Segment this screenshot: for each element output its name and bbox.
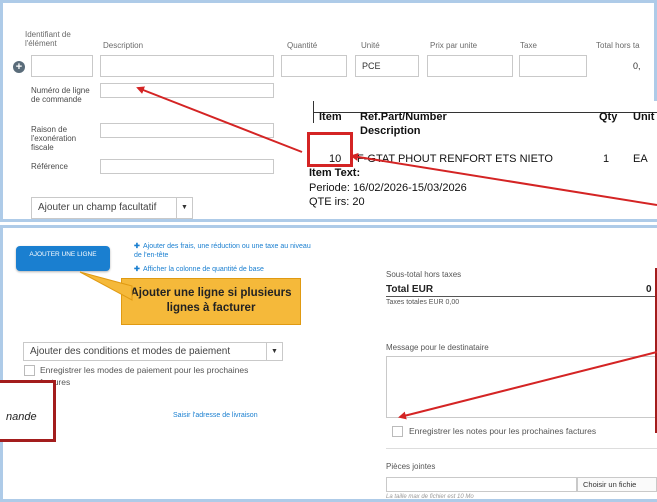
header-unit: Unité: [361, 41, 380, 50]
side-note-box: nande: [0, 380, 56, 442]
col-unit: Unit: [633, 111, 655, 123]
taxes-total: Taxes totales EUR 0,00: [386, 299, 460, 306]
header-total: Total hors ta: [596, 41, 640, 50]
total-value: 0: [646, 284, 652, 295]
col-qty: Qty: [599, 111, 618, 123]
plus-icon: ✚: [134, 266, 140, 273]
save-notes-checkbox[interactable]: [392, 426, 403, 437]
order-line-input[interactable]: [100, 83, 274, 98]
total-label: Total EUR: [386, 284, 434, 295]
doc-unit: EA: [633, 153, 648, 165]
add-fees-label: Ajouter des frais, une réduction ou une …: [134, 243, 311, 259]
attachments-label: Pièces jointes: [386, 462, 436, 471]
order-line-label: Numéro de ligne de commande: [31, 86, 90, 104]
quantity-input[interactable]: [281, 55, 347, 77]
max-size-note: La taille max de fichier est 10 Mo: [386, 494, 474, 500]
save-notes-label: Enregistrer les notes pour les prochaine…: [409, 426, 597, 436]
unit-price-input[interactable]: [427, 55, 513, 77]
item-id-input[interactable]: [31, 55, 93, 77]
tax-exemption-input[interactable]: [100, 123, 274, 138]
reference-label: Référence: [31, 162, 68, 171]
save-payment-checkbox[interactable]: [24, 365, 35, 376]
message-textarea[interactable]: [386, 356, 657, 418]
reference-input[interactable]: [100, 159, 274, 174]
col-item: Item: [319, 111, 342, 123]
header-tax: Taxe: [520, 41, 537, 50]
line-total-value: 0,: [633, 61, 641, 71]
file-path-input[interactable]: [386, 477, 577, 492]
tax-input[interactable]: [519, 55, 587, 77]
header-quantity: Quantité: [287, 41, 318, 50]
unit-input[interactable]: PCE: [355, 55, 419, 77]
qte-text: QTE irs: 20: [309, 196, 365, 208]
doc-qty: 1: [603, 153, 610, 165]
add-line-callout: Ajouter une ligne si plusieurs lignes à …: [121, 278, 301, 325]
choose-file-button[interactable]: Choisir un fichie: [577, 477, 657, 492]
col-desc: Description: [360, 125, 421, 137]
tax-exemption-label: Raison de l'exonération fiscale: [31, 125, 77, 152]
period-text: Periode: 16/02/2026-15/03/2026: [309, 182, 467, 194]
header-unit-price: Prix par unite: [430, 41, 478, 50]
col-ref: Ref.Part/Number: [360, 111, 447, 123]
shipping-address-link[interactable]: Saisir l'adresse de livraison: [173, 411, 258, 420]
expand-row-icon[interactable]: +: [13, 61, 25, 73]
add-optional-field-select[interactable]: Ajouter un champ facultatif ▼: [31, 197, 193, 219]
item-number-highlight: [307, 132, 353, 167]
payment-terms-select[interactable]: Ajouter des conditions et modes de paiem…: [23, 342, 283, 361]
line-items-panel: Identifiant de l'élément Description Qua…: [0, 0, 657, 222]
add-optional-field-label: Ajouter un champ facultatif: [38, 202, 157, 213]
add-fees-link[interactable]: ✚ Ajouter des frais, une réduction ou une…: [134, 242, 314, 260]
header-description: Description: [103, 41, 144, 50]
part-reference: F-GTAT PHOUT RENFORT ETS NIETO: [357, 153, 553, 165]
show-base-qty-link[interactable]: ✚ Afficher la colonne de quantité de base: [134, 265, 314, 274]
header-item-id: Identifiant de l'élément: [25, 30, 71, 48]
subtotal-label: Sous-total hors taxes: [386, 270, 462, 279]
chevron-down-icon: ▼: [266, 343, 282, 360]
order-document-excerpt: Item Ref.Part/Number Description Qty Uni…: [305, 101, 657, 219]
description-input[interactable]: [100, 55, 274, 77]
show-base-qty-label: Afficher la colonne de quantité de base: [143, 266, 264, 273]
item-text-label: Item Text:: [309, 167, 361, 179]
plus-icon: ✚: [134, 243, 140, 250]
add-line-button[interactable]: AJOUTER UNE LIGNE: [16, 246, 110, 271]
side-note-text: nande: [6, 411, 37, 423]
message-label: Message pour le destinataire: [386, 343, 489, 352]
save-payment-label: Enregistrer les modes de paiement pour l…: [40, 365, 249, 387]
payment-terms-label: Ajouter des conditions et modes de paiem…: [30, 346, 231, 357]
chevron-down-icon: ▼: [176, 198, 192, 218]
